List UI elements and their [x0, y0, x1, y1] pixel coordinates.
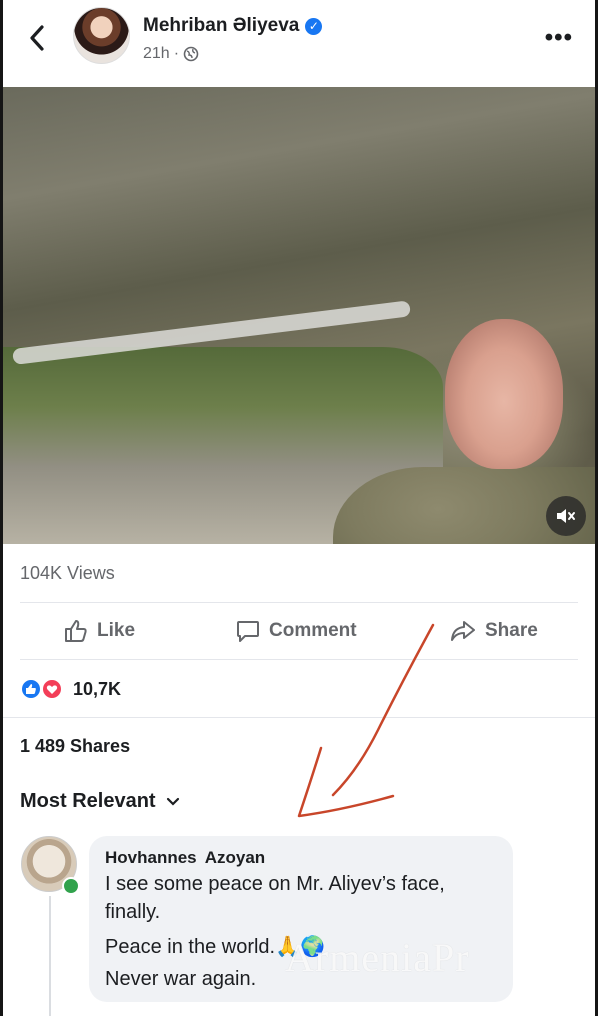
back-arrow-icon — [30, 25, 44, 51]
back-button[interactable] — [23, 20, 51, 56]
comment-thread-line — [49, 896, 51, 1016]
comment-text-line: I see some peace on Mr. Aliyev’s face, — [105, 873, 445, 895]
comment-icon — [237, 621, 259, 642]
share-button[interactable]: Share — [449, 603, 538, 659]
meta-separator: · — [173, 45, 180, 62]
view-count: 104K Views — [20, 563, 115, 583]
post-screen: Mehriban Əliyeva ✓ 21h · ••• 104K Views — [3, 0, 595, 1016]
like-reaction-icon — [20, 678, 42, 700]
comment-button[interactable]: Comment — [235, 603, 357, 659]
comment-text-line: Never war again. — [105, 968, 257, 990]
love-reaction-icon — [41, 678, 63, 700]
verified-icon: ✓ — [305, 18, 323, 35]
share-label: Share — [485, 620, 538, 641]
chevron-down-icon — [166, 797, 179, 806]
like-icon — [65, 620, 87, 642]
like-label: Like — [97, 620, 136, 641]
post-time: 21h — [143, 45, 170, 62]
comment-text-line: Peace in the world.🙏🌍 — [105, 936, 325, 958]
author-name[interactable]: Mehriban Əliyeva ✓ — [143, 15, 323, 37]
share-icon — [451, 621, 475, 641]
like-button[interactable]: Like — [63, 603, 135, 659]
comment-text-line: finally. — [105, 901, 161, 923]
globe-icon — [183, 46, 199, 62]
author-name-text: Mehriban Əliyeva — [143, 15, 300, 36]
comment-sort-dropdown[interactable]: Most Relevant — [20, 790, 180, 813]
mute-icon — [557, 509, 575, 523]
divider — [20, 659, 578, 660]
online-status-badge — [62, 877, 80, 895]
share-count[interactable]: 1 489 Shares — [20, 736, 130, 757]
video-player[interactable] — [3, 87, 595, 544]
more-options-button[interactable]: ••• — [545, 24, 573, 52]
comment-author[interactable]: Hovhannes Azoyan — [105, 848, 265, 868]
action-bar: Like Comment Share — [3, 603, 595, 659]
video-frame-person-head — [445, 319, 563, 469]
author-avatar[interactable] — [73, 7, 130, 64]
sort-label: Most Relevant — [20, 790, 156, 812]
reaction-summary[interactable]: 10,7K — [20, 678, 121, 700]
reaction-count: 10,7K — [73, 678, 122, 699]
post-meta: 21h · — [143, 45, 199, 63]
comment-label: Comment — [269, 620, 357, 641]
mute-button[interactable] — [546, 496, 586, 536]
post-header: Mehriban Əliyeva ✓ 21h · ••• — [3, 0, 595, 84]
divider — [3, 717, 595, 718]
